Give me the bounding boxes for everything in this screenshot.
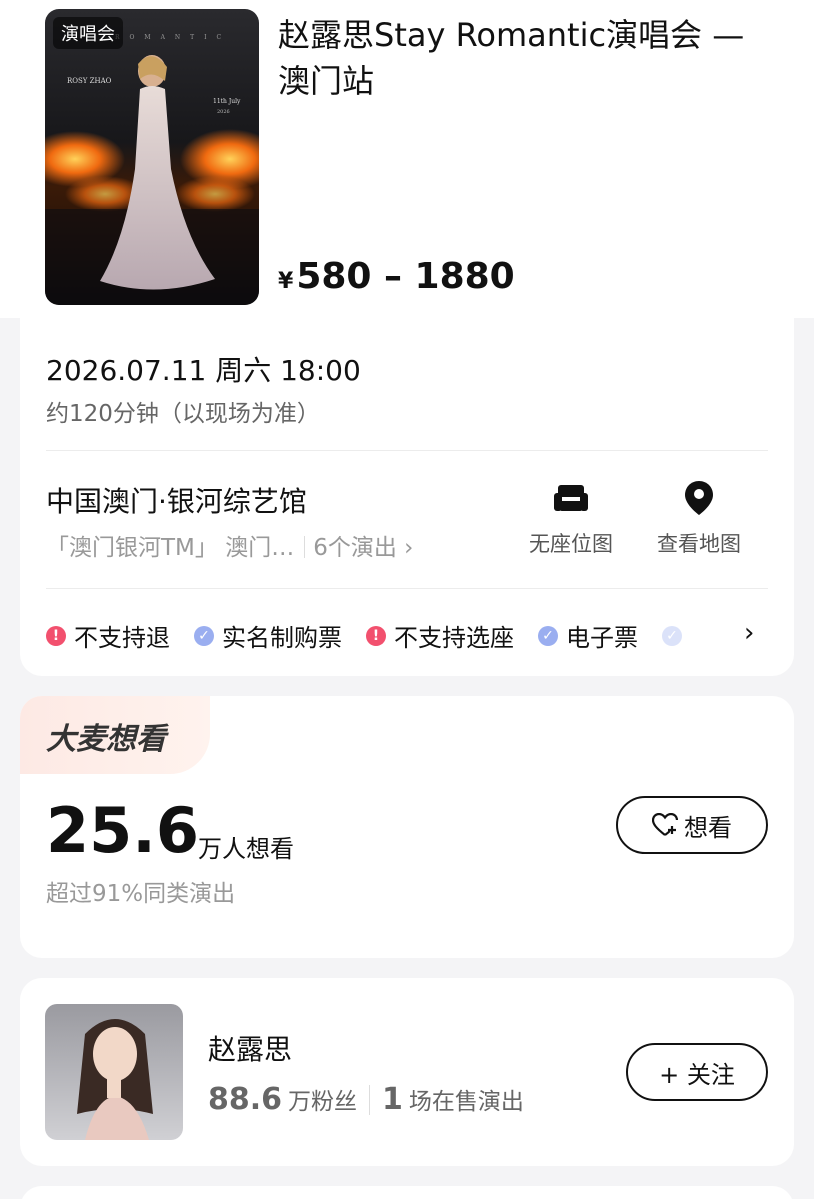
- follow-button[interactable]: + 关注: [626, 1043, 768, 1101]
- venue-address-row[interactable]: 「澳门银河TM」 澳门… 6个演出 ›: [46, 528, 413, 562]
- shows-label: 场在售演出: [408, 1089, 524, 1115]
- event-header: ROSY ZHAO 11th July 2026 ROMANTIC 演唱会 赵露…: [0, 0, 814, 318]
- want-count: 25.6: [46, 794, 199, 867]
- fans-count: 88.6: [208, 1082, 283, 1117]
- policy-tag: ✓ 实名制购票: [194, 618, 342, 653]
- warning-icon: !: [366, 625, 386, 646]
- want-to-see-button[interactable]: 想看: [616, 796, 768, 854]
- artist-avatar[interactable]: [45, 1004, 183, 1140]
- ticket-policy-tags[interactable]: ! 不支持退 ✓ 实名制购票 ! 不支持选座 ✓ 电子票 ✓: [46, 618, 714, 653]
- artist-card[interactable]: 赵露思 88.6 万粉丝 1 场在售演出 + 关注: [20, 978, 794, 1166]
- separator: [369, 1084, 371, 1115]
- svg-text:11th July: 11th July: [213, 98, 241, 105]
- policy-tag-overflow: ✓: [662, 625, 690, 646]
- policy-tag-label: 不支持退: [74, 624, 170, 652]
- shows-count: 1: [382, 1082, 403, 1117]
- policy-tag: ! 不支持退: [46, 618, 170, 653]
- venue-name[interactable]: 中国澳门·银河综艺馆: [46, 480, 307, 520]
- sofa-icon: [516, 478, 626, 518]
- artist-stats: 88.6 万粉丝 1 场在售演出: [208, 1082, 524, 1117]
- artist-photo: [45, 1004, 183, 1140]
- price-range: ¥580 – 1880: [278, 256, 515, 297]
- chevron-right-icon[interactable]: ›: [744, 618, 754, 648]
- policy-tag: ! 不支持选座: [366, 618, 514, 653]
- next-section-card: [20, 1186, 794, 1199]
- separator: [304, 536, 306, 558]
- divider: [46, 450, 768, 451]
- event-datetime: 2026.07.11 周六 18:00: [46, 354, 361, 387]
- svg-text:ROMANTIC: ROMANTIC: [115, 34, 231, 41]
- seat-map-button[interactable]: 无座位图: [516, 478, 626, 558]
- event-duration: 约120分钟（以现场为准）: [46, 401, 320, 427]
- location-pin-icon: [644, 478, 754, 518]
- event-info-card: 2026.07.11 周六 18:00 约120分钟（以现场为准） 中国澳门·银…: [20, 318, 794, 676]
- view-map-button[interactable]: 查看地图: [644, 478, 754, 558]
- want-to-see-label: 想看: [684, 813, 732, 842]
- divider: [46, 588, 768, 589]
- check-icon: ✓: [194, 625, 214, 646]
- currency-symbol: ¥: [278, 269, 294, 294]
- svg-text:ROSY ZHAO: ROSY ZHAO: [67, 77, 112, 85]
- heart-plus-icon: [652, 813, 678, 836]
- policy-tag-label: 不支持选座: [394, 624, 514, 652]
- event-poster[interactable]: ROSY ZHAO 11th July 2026 ROMANTIC 演唱会: [45, 9, 259, 305]
- venue-address: 「澳门银河TM」 澳门…: [46, 535, 295, 561]
- warning-icon: !: [46, 625, 66, 646]
- check-icon: ✓: [662, 625, 682, 646]
- want-banner-logo: 大麦想看: [46, 722, 166, 757]
- svg-text:2026: 2026: [217, 109, 230, 115]
- price-value: 580 – 1880: [296, 256, 515, 297]
- policy-tag-label: 实名制购票: [222, 624, 342, 652]
- category-badge: 演唱会: [53, 17, 123, 49]
- poster-image: ROSY ZHAO 11th July 2026 ROMANTIC: [45, 9, 259, 305]
- event-title: 赵露思Stay Romantic演唱会 — 澳门站: [278, 16, 745, 100]
- want-to-see-card: 大麦想看 25.6 万人想看 超过91%同类演出 想看: [20, 696, 794, 958]
- artist-name[interactable]: 赵露思: [208, 1028, 292, 1068]
- check-icon: ✓: [538, 625, 558, 646]
- seat-map-label: 无座位图: [529, 532, 613, 556]
- policy-tag-label: 电子票: [566, 624, 638, 652]
- venue-shows-link[interactable]: 6个演出 ›: [313, 535, 413, 561]
- policy-tag: ✓ 电子票: [538, 618, 638, 653]
- fans-label: 万粉丝: [288, 1089, 358, 1115]
- want-percentile: 超过91%同类演出: [46, 881, 236, 907]
- view-map-label: 查看地图: [657, 532, 741, 556]
- want-unit: 万人想看: [198, 835, 294, 863]
